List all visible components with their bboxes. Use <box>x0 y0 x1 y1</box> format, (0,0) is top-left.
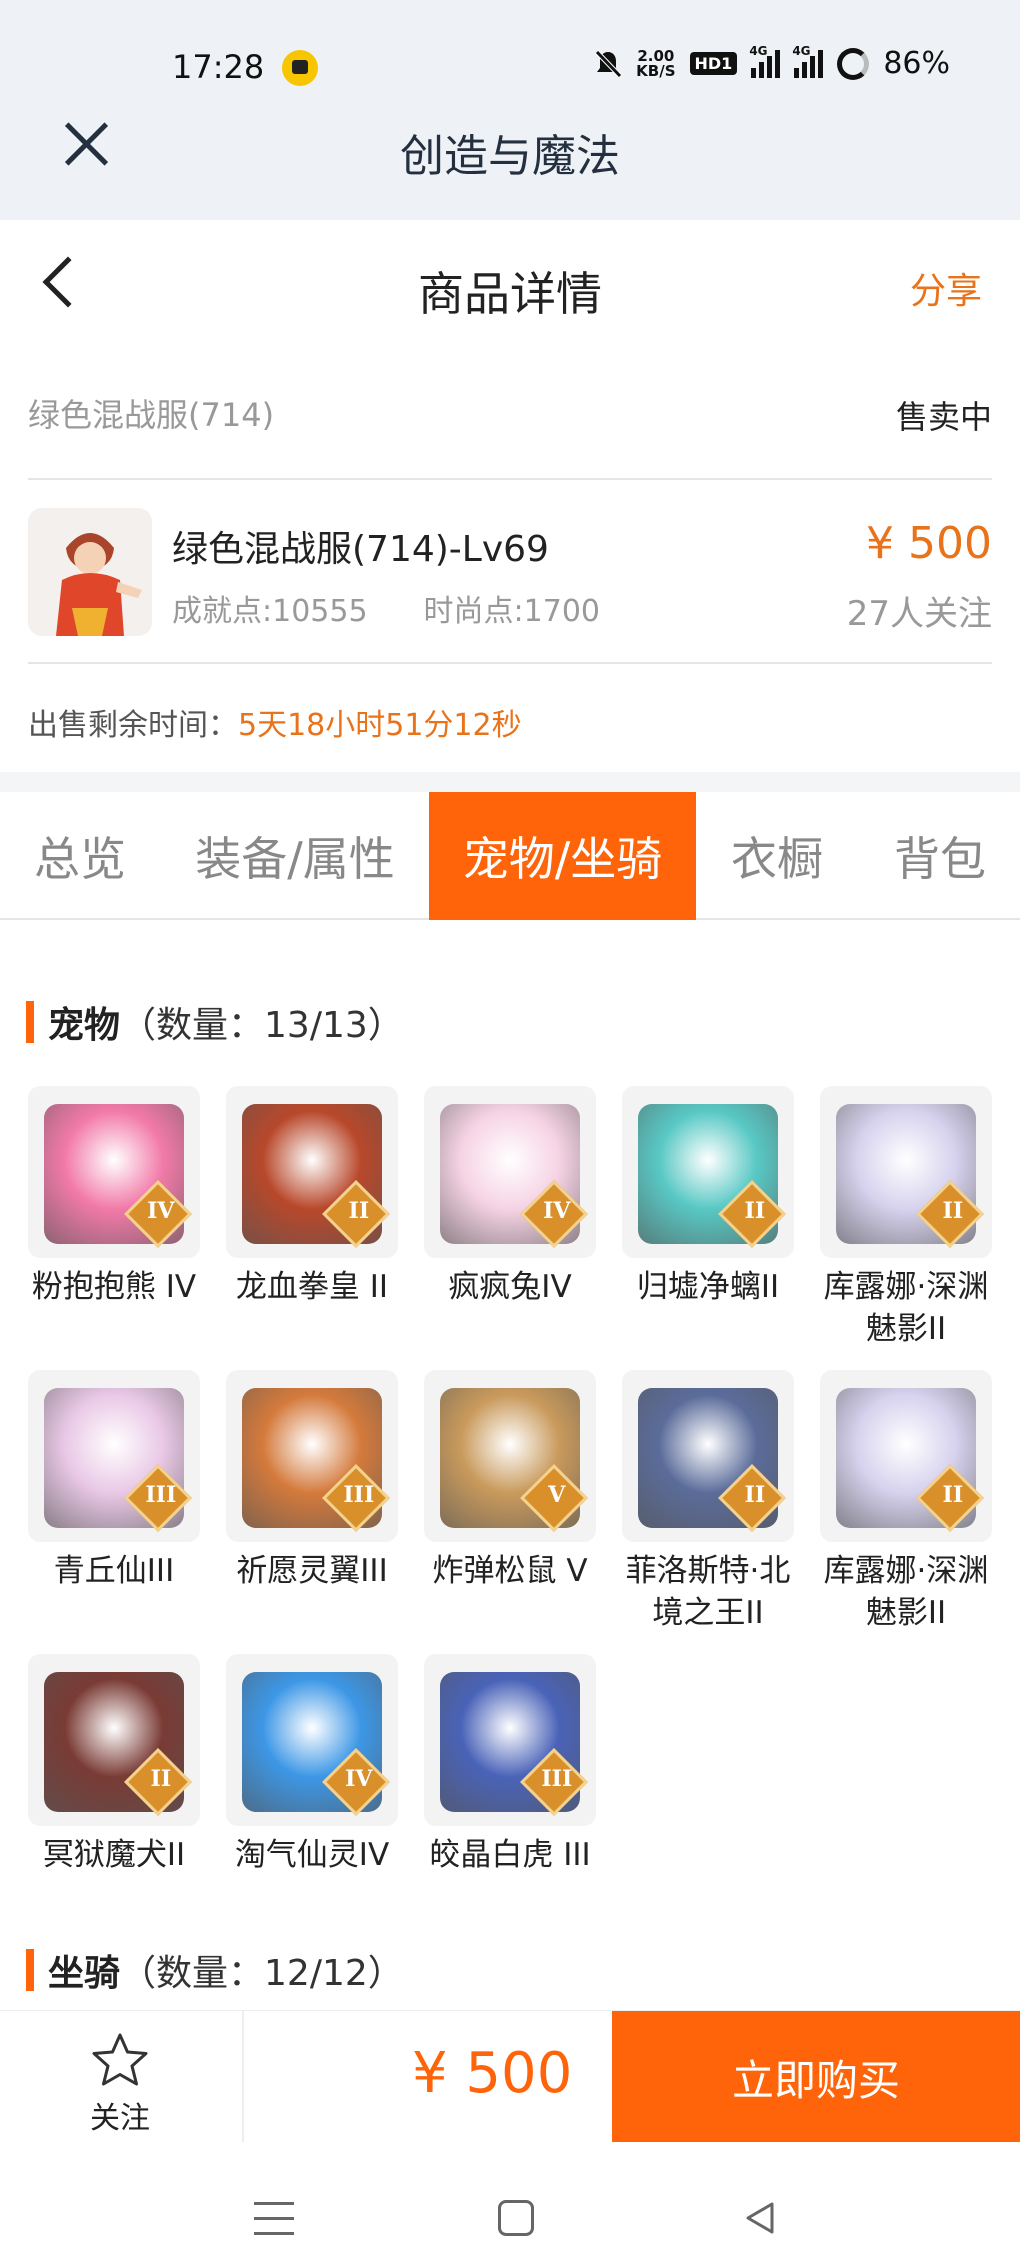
status-time: 17:28 <box>172 48 265 86</box>
follow-label: 关注 <box>90 2101 150 2136</box>
section-gap <box>0 772 1020 792</box>
pet-card[interactable]: II 菲洛斯特·北境之王II <box>622 1370 794 1634</box>
page-title: 商品详情 <box>418 267 602 321</box>
tab-pets-mounts[interactable]: 宠物/坐骑 <box>429 792 696 920</box>
pet-card[interactable]: II 库露娜·深渊魅影II <box>820 1370 992 1634</box>
pet-card[interactable]: III 皎晶白虎 III <box>424 1654 596 1876</box>
pet-thumbnail: V <box>424 1370 596 1542</box>
pet-thumbnail: II <box>622 1370 794 1542</box>
item-subtitle: 绿色混战服(714) <box>28 396 275 434</box>
pet-name: 淘气仙灵IV <box>234 1837 390 1873</box>
tab-wardrobe[interactable]: 衣橱 <box>712 792 842 920</box>
pet-thumbnail: II <box>820 1370 992 1542</box>
time-label: 出售剩余时间： <box>28 708 238 743</box>
pet-card[interactable]: III 祈愿灵翼III <box>226 1370 398 1592</box>
item-stats: 成就点:10555 时尚点:1700 <box>172 586 600 630</box>
system-nav-bar <box>0 2142 1020 2267</box>
pet-thumbnail: II <box>820 1086 992 1258</box>
sale-status: 售卖中 <box>895 398 992 436</box>
signal-icon-1: 4G <box>749 44 781 78</box>
share-button[interactable]: 分享 <box>910 262 982 314</box>
divider <box>28 478 992 480</box>
mute-bell-icon <box>595 49 622 78</box>
pet-card[interactable]: IV 疯疯兔IV <box>424 1086 596 1308</box>
fashion-points: 时尚点:1700 <box>423 594 601 629</box>
pet-thumbnail: III <box>226 1370 398 1542</box>
pet-name: 归墟净螭II <box>636 1269 780 1305</box>
signal-icon-2: 4G <box>792 44 824 78</box>
pet-card[interactable]: III 青丘仙III <box>28 1370 200 1592</box>
net-speed: 2.00 KB/S <box>636 46 676 80</box>
pet-name: 冥狱魔犬II <box>42 1837 186 1873</box>
divider <box>242 2011 244 2143</box>
back-triangle-icon[interactable] <box>740 2198 780 2238</box>
tab-equipment[interactable]: 装备/属性 <box>180 792 410 920</box>
top-area: 17:28 2.00 KB/S HD1 4G 4G 86% 创造与魔法 <box>0 0 1020 220</box>
tab-backpack[interactable]: 背包 <box>870 792 1010 920</box>
page-nav: 商品详情 分享 <box>0 220 1020 350</box>
pet-thumbnail: II <box>28 1654 200 1826</box>
pet-thumbnail: IV <box>28 1086 200 1258</box>
battery-level: 86% <box>883 46 950 81</box>
pet-name: 青丘仙III <box>53 1553 175 1589</box>
pet-name: 库露娜·深渊魅影II <box>823 1269 989 1347</box>
pet-thumbnail: II <box>226 1086 398 1258</box>
pets-section-title: 宠物 （数量：13/13） <box>26 996 404 1048</box>
recent-apps-icon[interactable] <box>254 2202 294 2238</box>
pet-thumbnail: IV <box>226 1654 398 1826</box>
mounts-section-title: 坐骑 （数量：12/12） <box>26 1944 404 1996</box>
pet-thumbnail: III <box>424 1654 596 1826</box>
pet-thumbnail: II <box>622 1086 794 1258</box>
pet-name: 库露娜·深渊魅影II <box>823 1553 989 1631</box>
follow-button[interactable]: 关注 <box>60 2031 180 2137</box>
pet-name: 皎晶白虎 III <box>429 1837 591 1873</box>
notification-app-icon <box>282 50 318 86</box>
screen: 17:28 2.00 KB/S HD1 4G 4G 86% 创造与魔法 商品详情… <box>0 0 1020 2267</box>
pet-thumbnail: III <box>28 1370 200 1542</box>
tab-overview[interactable]: 总览 <box>0 792 160 920</box>
section-marker <box>26 1949 34 1991</box>
home-icon[interactable] <box>498 2200 534 2236</box>
section-marker <box>26 1001 34 1043</box>
pet-card[interactable]: V 炸弹松鼠 V <box>424 1370 596 1592</box>
bottom-bar: 关注 ¥ 500 立即购买 <box>0 2010 1020 2143</box>
status-icons: 2.00 KB/S HD1 4G 4G 86% <box>594 44 950 81</box>
pet-card[interactable]: IV 淘气仙灵IV <box>226 1654 398 1876</box>
hd-icon: HD1 <box>689 52 738 75</box>
pet-card[interactable]: II 冥狱魔犬II <box>28 1654 200 1876</box>
achievement-points: 成就点:10555 <box>172 594 368 629</box>
character-avatar <box>28 508 152 636</box>
pet-name: 龙血拳皇 II <box>235 1269 389 1305</box>
tab-bar: 总览 装备/属性 宠物/坐骑 衣橱 背包 <box>0 792 1020 920</box>
pet-card[interactable]: II 库露娜·深渊魅影II <box>820 1086 992 1350</box>
star-icon <box>92 2033 148 2086</box>
pet-card[interactable]: II 归墟净螭II <box>622 1086 794 1308</box>
divider <box>28 662 992 664</box>
item-name: 绿色混战服(714)-Lv69 <box>172 529 549 570</box>
time-value: 5天18小时51分12秒 <box>238 708 522 743</box>
pet-card[interactable]: II 龙血拳皇 II <box>226 1086 398 1308</box>
pet-thumbnail: IV <box>424 1086 596 1258</box>
pet-name: 粉抱抱熊 IV <box>31 1269 197 1305</box>
pet-name: 疯疯兔IV <box>448 1269 572 1305</box>
remaining-time: 出售剩余时间：5天18小时51分12秒 <box>28 700 522 744</box>
buy-now-button[interactable]: 立即购买 <box>612 2011 1020 2143</box>
battery-icon <box>837 47 870 80</box>
pet-name: 菲洛斯特·北境之王II <box>625 1553 791 1631</box>
bottom-price: ¥ 500 <box>412 2041 573 2106</box>
pet-name: 炸弹松鼠 V <box>432 1553 588 1589</box>
app-title: 创造与魔法 <box>400 131 620 182</box>
pet-name: 祈愿灵翼III <box>236 1553 388 1589</box>
follower-count: 27人关注 <box>846 594 992 634</box>
item-price: ¥ 500 <box>866 518 992 569</box>
pet-card[interactable]: IV 粉抱抱熊 IV <box>28 1086 200 1308</box>
